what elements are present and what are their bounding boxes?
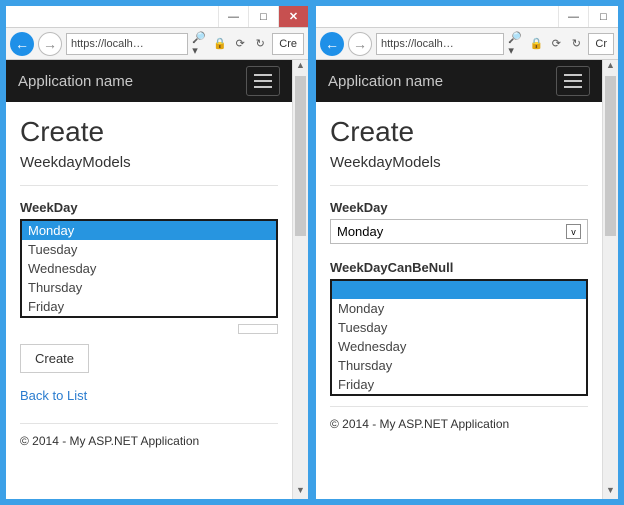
list-item[interactable]: Friday [332,375,586,394]
lock-icon: 🔒 [212,33,228,55]
browser-tab[interactable]: Cre [272,33,304,55]
minimize-button[interactable]: — [218,6,248,27]
close-button[interactable]: ✕ [278,6,308,27]
chevron-down-icon[interactable]: v [566,224,581,239]
viewport: Application name Create WeekdayModels We… [6,60,308,499]
page-subtitle: WeekdayModels [20,154,278,171]
scroll-down-icon[interactable]: ▼ [293,485,308,499]
page-title: Create [330,116,588,148]
list-item[interactable]: Thursday [332,356,586,375]
page-footer: © 2014 - My ASP.NET Application [330,406,588,431]
list-item[interactable]: Tuesday [332,318,586,337]
list-item[interactable]: Monday [22,221,276,240]
browser-window-right: — □ ← → https://localh… 🔎▾ 🔒 ⟳ ↻ Cr Appl… [315,5,619,500]
page-content: Application name Create WeekdayModels We… [316,60,602,499]
nav-back-button[interactable]: ← [320,32,344,56]
weekday-nullable-label: WeekDayCanBeNull [330,260,588,275]
minimize-button[interactable]: — [558,6,588,27]
browser-nav-bar: ← → https://localh… 🔎▾ 🔒 ⟳ ↻ Cr [316,28,618,60]
refresh-icon[interactable]: ⟳ [548,33,564,55]
vertical-scrollbar[interactable]: ▲ ▼ [292,60,308,499]
weekday-label: WeekDay [330,200,588,215]
maximize-button[interactable]: □ [588,6,618,27]
menu-toggle-button[interactable] [556,66,590,96]
list-item[interactable]: Tuesday [22,240,276,259]
weekday-nullable-listbox[interactable]: Monday Tuesday Wednesday Thursday Friday [330,279,588,396]
viewport: Application name Create WeekdayModels We… [316,60,618,499]
app-name-label: Application name [328,73,443,90]
stop-icon[interactable]: ↻ [568,33,584,55]
dropdown-value: Monday [337,224,383,239]
app-name-label: Application name [18,73,133,90]
vertical-scrollbar[interactable]: ▲ ▼ [602,60,618,499]
search-dropdown-icon[interactable]: 🔎▾ [508,33,524,55]
list-item[interactable]: Thursday [22,278,276,297]
list-item[interactable]: Wednesday [22,259,276,278]
create-button[interactable]: Create [20,344,89,373]
browser-tab[interactable]: Cr [588,33,614,55]
app-header: Application name [316,60,602,102]
nav-forward-button[interactable]: → [38,32,62,56]
list-item[interactable]: Monday [332,299,586,318]
search-dropdown-icon[interactable]: 🔎▾ [192,33,208,55]
page-title: Create [20,116,278,148]
list-item[interactable]: Wednesday [332,337,586,356]
app-header: Application name [6,60,292,102]
divider [20,185,278,186]
back-to-list-link[interactable]: Back to List [20,388,87,403]
address-bar[interactable]: https://localh… [376,33,504,55]
page-content: Application name Create WeekdayModels We… [6,60,292,499]
desktop-area: — □ ✕ ← → https://localh… 🔎▾ 🔒 ⟳ ↻ Cre A… [0,0,624,505]
maximize-button[interactable]: □ [248,6,278,27]
weekday-listbox[interactable]: Monday Tuesday Wednesday Thursday Friday [20,219,278,318]
scroll-up-icon[interactable]: ▲ [293,60,308,74]
scroll-thumb[interactable] [605,76,616,236]
stop-icon[interactable]: ↻ [252,33,268,55]
menu-toggle-button[interactable] [246,66,280,96]
scroll-down-icon[interactable]: ▼ [603,485,618,499]
browser-window-left: — □ ✕ ← → https://localh… 🔎▾ 🔒 ⟳ ↻ Cre A… [5,5,309,500]
list-item[interactable]: Friday [22,297,276,316]
nav-forward-button[interactable]: → [348,32,372,56]
browser-nav-bar: ← → https://localh… 🔎▾ 🔒 ⟳ ↻ Cre [6,28,308,60]
lock-icon: 🔒 [528,33,544,55]
hidden-control-fragment [238,324,278,334]
refresh-icon[interactable]: ⟳ [232,33,248,55]
scroll-up-icon[interactable]: ▲ [603,60,618,74]
list-item-blank[interactable] [332,281,586,299]
window-titlebar: — □ ✕ [6,6,308,28]
window-titlebar: — □ [316,6,618,28]
divider [330,185,588,186]
scroll-thumb[interactable] [295,76,306,236]
nav-back-button[interactable]: ← [10,32,34,56]
weekday-label: WeekDay [20,200,278,215]
address-bar[interactable]: https://localh… [66,33,188,55]
page-footer: © 2014 - My ASP.NET Application [20,423,278,448]
weekday-dropdown[interactable]: Monday v [330,219,588,244]
page-subtitle: WeekdayModels [330,154,588,171]
